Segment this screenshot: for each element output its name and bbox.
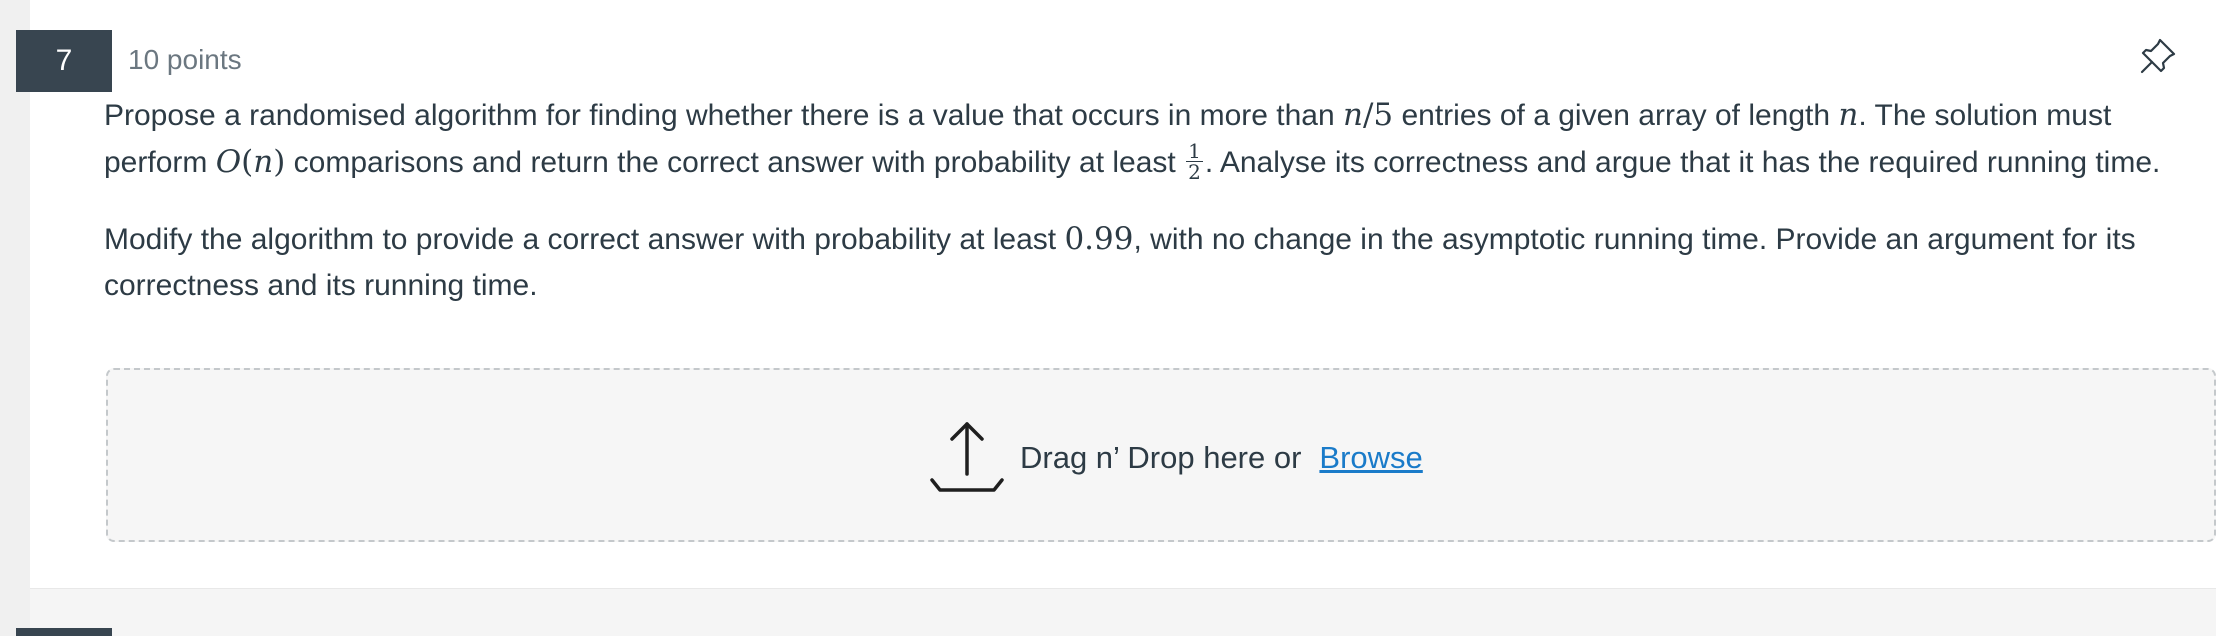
math-n: n xyxy=(253,144,274,180)
question-text: Propose a randomised algorithm for findi… xyxy=(104,92,2204,309)
left-margin xyxy=(0,0,30,636)
fraction-one-half: 12 xyxy=(1186,141,1203,182)
math-n: n xyxy=(1343,97,1363,133)
quiz-page: 7 10 points Propose a randomised algorit… xyxy=(0,0,2216,636)
text-segment: Propose a randomised algorithm for findi… xyxy=(104,99,1343,132)
pin-icon-graphic xyxy=(2140,38,2176,74)
text-segment: Modify the algorithm to provide a correc… xyxy=(104,223,1065,256)
pin-icon[interactable] xyxy=(2138,36,2178,76)
fraction-denominator: 2 xyxy=(1188,159,1201,184)
question-paragraph-1: Propose a randomised algorithm for findi… xyxy=(104,92,2204,186)
math-paren-open: ( xyxy=(241,144,254,180)
browse-link[interactable]: Browse xyxy=(1319,440,1422,476)
math-over-5: /5 xyxy=(1362,97,1394,133)
question-card: 7 10 points Propose a randomised algorit… xyxy=(16,0,2216,589)
fraction-numerator: 1 xyxy=(1186,138,1203,163)
file-dropzone[interactable]: Drag n’ Drop here or Browse xyxy=(106,368,2216,542)
text-segment: comparisons and return the correct answe… xyxy=(285,146,1185,179)
dropzone-prompt: Drag n’ Drop here or xyxy=(1020,440,1302,475)
math-big-o: O xyxy=(215,144,242,180)
dropzone-content: Drag n’ Drop here or Browse xyxy=(928,418,1423,498)
next-question-badge xyxy=(16,628,112,636)
math-probability: 0.99 xyxy=(1064,221,1134,257)
math-paren-close: ) xyxy=(273,144,286,180)
text-segment: . Analyse its correctness and argue that… xyxy=(1204,146,2161,179)
question-points: 10 points xyxy=(128,44,242,75)
math-n: n xyxy=(1838,97,1859,133)
question-paragraph-2: Modify the algorithm to provide a correc… xyxy=(104,216,2204,309)
text-segment: entries of a given array of length xyxy=(1393,99,1839,132)
question-number-badge: 7 xyxy=(16,30,112,92)
upload-icon xyxy=(930,422,1004,492)
